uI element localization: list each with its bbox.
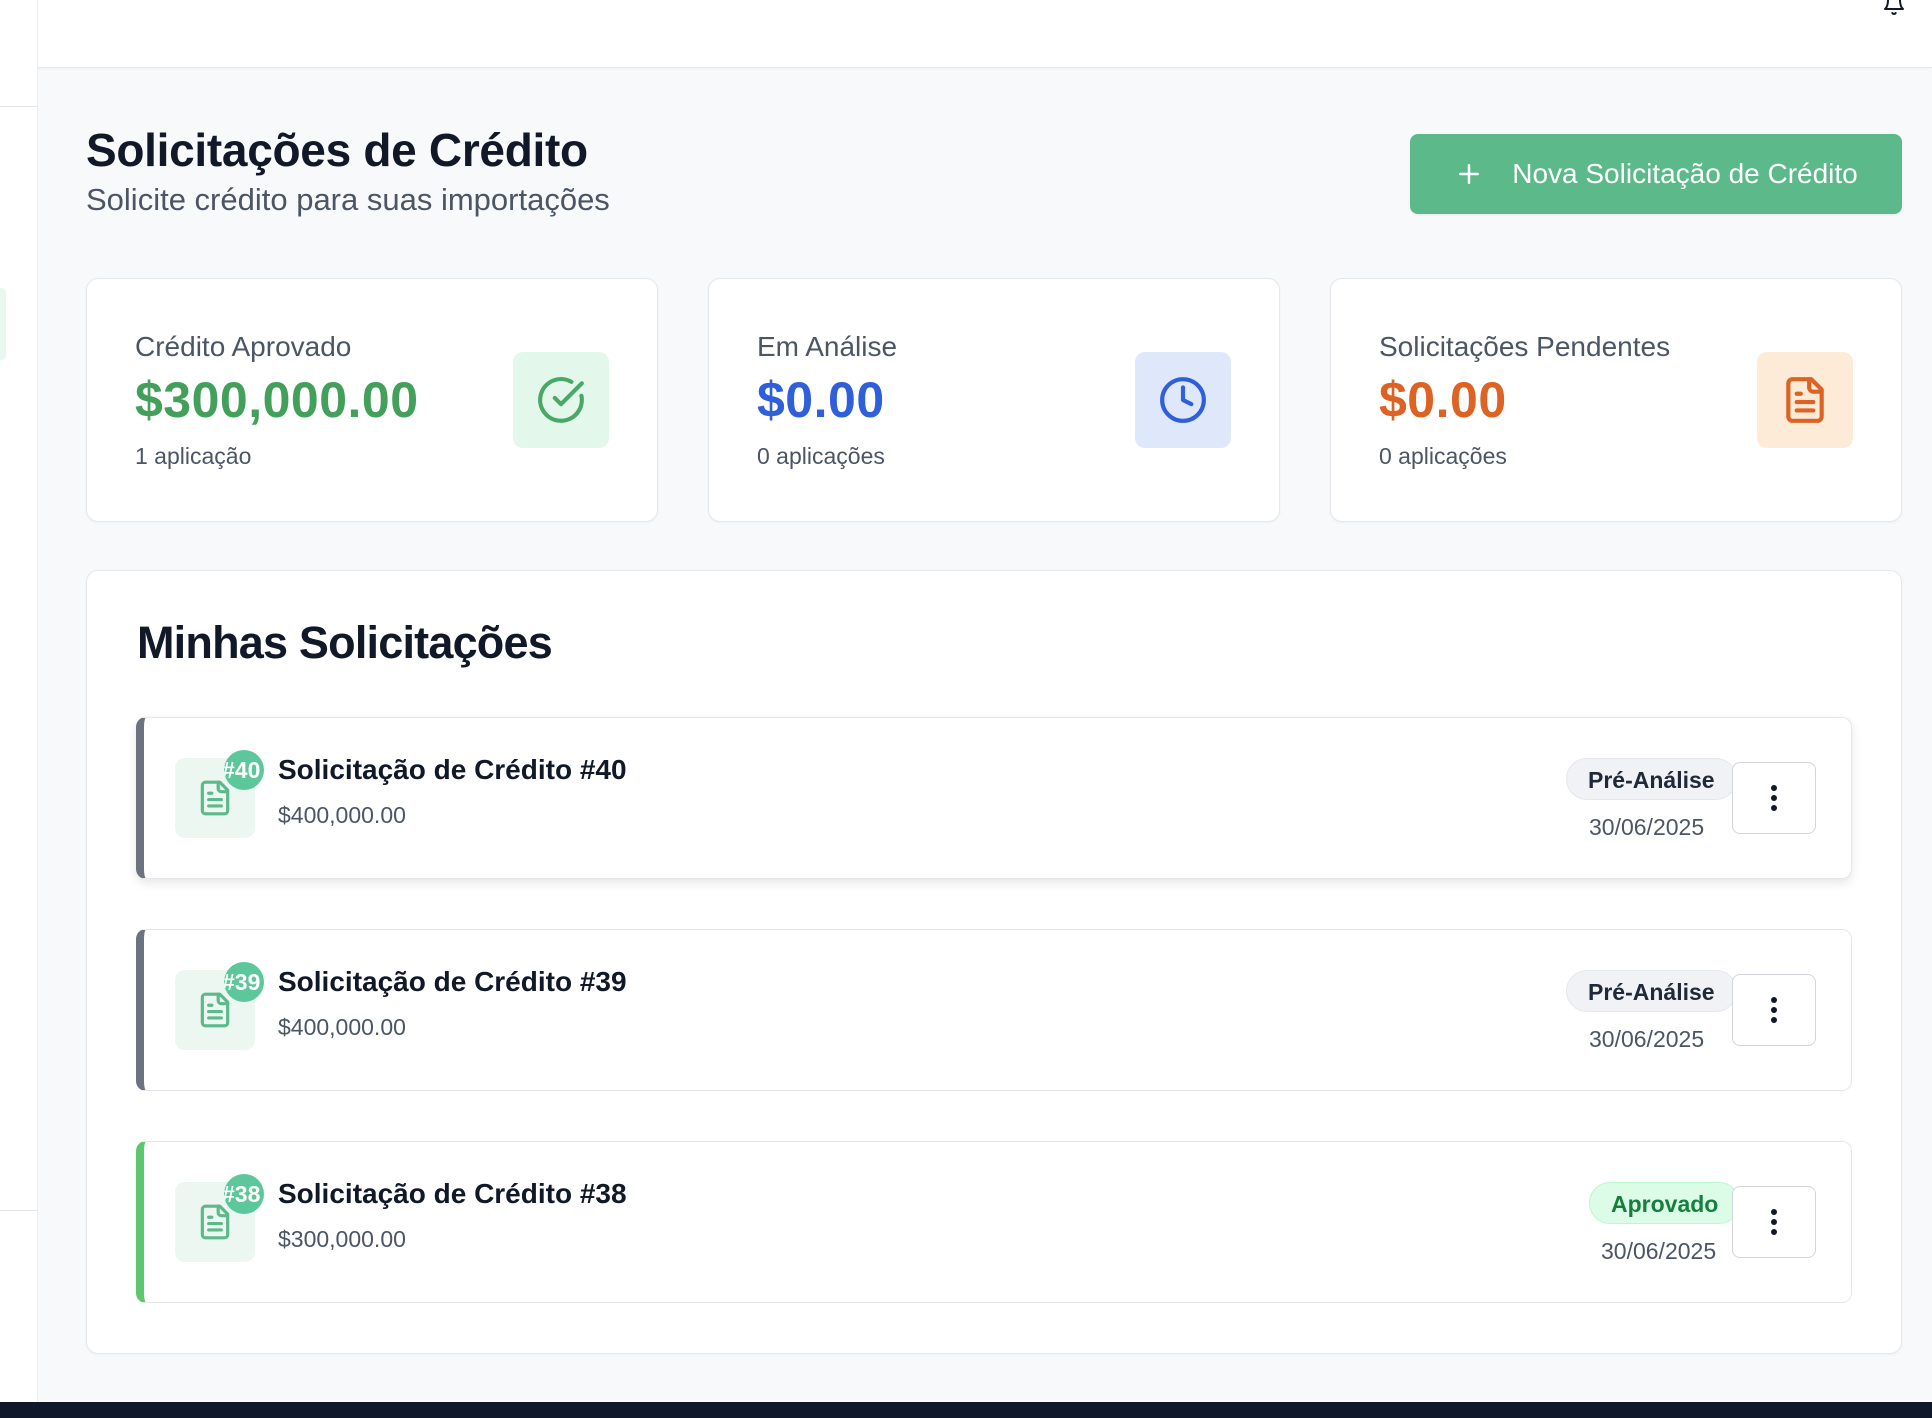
request-item[interactable]: #40 Solicitação de Crédito #40 $400,000.…	[136, 717, 1852, 879]
request-number-badge: #38	[224, 1174, 264, 1214]
document-icon	[1757, 352, 1853, 448]
more-options-button[interactable]	[1732, 1186, 1816, 1258]
stat-sub: 0 aplicações	[1379, 443, 1507, 469]
request-date: 30/06/2025	[1601, 1238, 1717, 1264]
stat-label: Solicitações Pendentes	[1379, 331, 1671, 362]
request-number-badge: #40	[224, 750, 264, 790]
bell-icon[interactable]	[1880, 0, 1908, 16]
stat-value: $0.00	[757, 372, 885, 428]
stat-card-in-analysis: Em Análise $0.00 0 aplicações	[708, 278, 1280, 522]
bottom-bar	[0, 1402, 1932, 1418]
page-header: Solicitações de Crédito Solicite crédito…	[86, 120, 610, 220]
status-badge: Pré-Análise	[1566, 758, 1737, 800]
sidebar-divider	[0, 1210, 37, 1211]
request-title: Solicitação de Crédito #40	[278, 754, 627, 785]
status-badge: Pré-Análise	[1566, 970, 1737, 1012]
request-amount: $400,000.00	[278, 1014, 406, 1040]
stat-value: $300,000.00	[135, 372, 419, 428]
clock-icon	[1135, 352, 1231, 448]
request-title: Solicitação de Crédito #39	[278, 966, 627, 997]
request-amount: $400,000.00	[278, 802, 406, 828]
request-number-badge: #39	[224, 962, 264, 1002]
sidebar-active-indicator[interactable]	[0, 288, 6, 360]
stat-label: Em Análise	[757, 331, 898, 362]
request-date: 30/06/2025	[1589, 1026, 1705, 1052]
new-credit-request-label: Nova Solicitação de Crédito	[1512, 158, 1858, 189]
more-options-button[interactable]	[1732, 762, 1816, 834]
request-title: Solicitação de Crédito #38	[278, 1178, 627, 1209]
stat-card-approved: Crédito Aprovado $300,000.00 1 aplicação	[86, 278, 658, 522]
requests-panel: Minhas Solicitações #40 Solicitação de C…	[86, 570, 1902, 1354]
sidebar-divider	[0, 106, 37, 107]
status-badge: Aprovado	[1589, 1182, 1741, 1224]
sidebar	[0, 0, 38, 1402]
request-item[interactable]: #39 Solicitação de Crédito #39 $400,000.…	[136, 929, 1852, 1091]
panel-title: Minhas Solicitações	[137, 617, 553, 668]
request-date: 30/06/2025	[1589, 814, 1705, 840]
more-vertical-icon	[1771, 785, 1777, 811]
page-title: Solicitações de Crédito	[86, 124, 588, 176]
stat-card-pending: Solicitações Pendentes $0.00 0 aplicaçõe…	[1330, 278, 1902, 522]
stat-sub: 1 aplicação	[135, 443, 252, 469]
page-subtitle: Solicite crédito para suas importações	[86, 182, 610, 217]
more-vertical-icon	[1771, 997, 1777, 1023]
more-options-button[interactable]	[1732, 974, 1816, 1046]
new-credit-request-button[interactable]: Nova Solicitação de Crédito	[1410, 134, 1902, 214]
more-vertical-icon	[1771, 1209, 1777, 1235]
top-bar	[38, 0, 1932, 68]
stat-value: $0.00	[1379, 372, 1507, 428]
check-circle-icon	[513, 352, 609, 448]
request-amount: $300,000.00	[278, 1226, 406, 1252]
plus-icon	[1459, 164, 1480, 184]
stat-sub: 0 aplicações	[757, 443, 885, 469]
request-item[interactable]: #38 Solicitação de Crédito #38 $300,000.…	[136, 1141, 1852, 1303]
stat-label: Crédito Aprovado	[135, 331, 352, 362]
